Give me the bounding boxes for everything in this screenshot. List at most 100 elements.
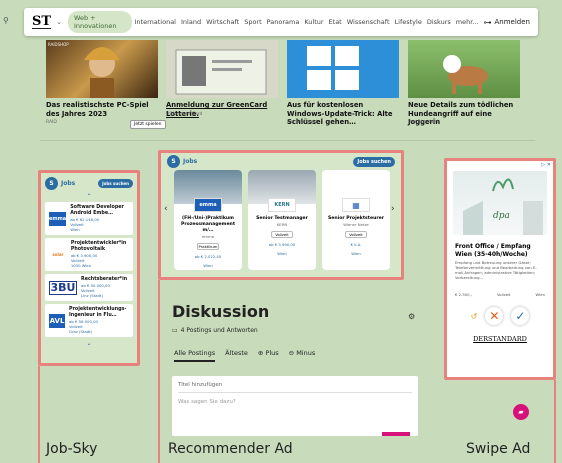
- nav-item-mehr[interactable]: mehr...: [456, 18, 479, 26]
- card-company: KERN: [276, 222, 288, 227]
- nav-item-wirtschaft[interactable]: Wirtschaft: [206, 18, 239, 26]
- tile-title[interactable]: Das realistischste PC-Spiel des Jahres 2…: [46, 101, 158, 118]
- nav-item-panorama[interactable]: Panorama: [267, 18, 300, 26]
- job-location: 1030 Wien: [70, 263, 92, 268]
- job-sky-caption-line: [38, 366, 40, 463]
- login-button[interactable]: ⊶ Anmelden: [484, 18, 530, 27]
- swipe-job-title[interactable]: Front Office / Empfang Wien (35-40h/Woch…: [447, 237, 553, 260]
- minus-icon: ⊖: [288, 349, 295, 357]
- jobs-search-button[interactable]: Jobs suchen: [98, 179, 133, 188]
- gear-icon[interactable]: ⚙: [408, 312, 415, 321]
- dog-illustration: [443, 55, 488, 94]
- card-location: Wien: [277, 251, 287, 256]
- warrior-illustration: [84, 47, 120, 98]
- office-illustration: [463, 178, 543, 235]
- nav-item-kultur[interactable]: Kultur: [304, 18, 323, 26]
- windows-logo-illustration: [307, 46, 359, 90]
- swipe-salary: € 2.300,-: [455, 292, 473, 297]
- jobs-search-button[interactable]: Jobs suchen: [353, 156, 395, 167]
- job-title: Projektentwicklungs-Ingenieur in Flu…: [69, 307, 127, 318]
- plus-icon: ⊕: [257, 349, 264, 357]
- card-salary: ab € 2.022,40: [194, 254, 222, 259]
- nav-item-sport[interactable]: Sport: [244, 18, 261, 26]
- card-salary: ab € 3.990,00: [268, 242, 296, 247]
- tile-source: Der Standard: [287, 120, 317, 125]
- tile-source: RAID: [46, 120, 57, 125]
- caption-job-sky: Job-Sky: [46, 441, 98, 457]
- posting-count: ▭ 4 Postings und Antworten: [172, 327, 258, 334]
- card-tag: Vollzeit: [271, 231, 293, 238]
- job-location: Wien: [70, 227, 80, 232]
- swipe-job-description: Empfang und Betreuung unserer Gäste; Tel…: [455, 260, 537, 280]
- swipe-ad: ▷ ✕ dpa Front Office / Empfang Wien (35-…: [447, 161, 553, 377]
- job-location: Linz (Stadt): [81, 293, 103, 298]
- submit-button[interactable]: [382, 432, 410, 436]
- card-salary: € k.A.: [350, 242, 362, 247]
- job-sky-header: S Jobs Jobs suchen: [41, 173, 137, 194]
- card-title: (FH-/Uni-)Praktikum Prozessmanagement m/…: [180, 216, 236, 233]
- tile-source: Der Standard: [408, 120, 438, 125]
- swipe-location: Wien: [535, 292, 545, 297]
- nav-item-lifestyle[interactable]: Lifestyle: [395, 18, 422, 26]
- chevron-up-icon[interactable]: ⌃: [41, 194, 137, 200]
- job-card[interactable]: AVL Projektentwicklungs-Ingenieur in Flu…: [45, 304, 133, 337]
- chevron-down-icon[interactable]: ⌄: [41, 340, 137, 347]
- play-button[interactable]: Jetzt spielen: [130, 120, 166, 129]
- search-icon[interactable]: ⚲: [3, 16, 9, 25]
- tile-image-dog[interactable]: [408, 40, 520, 98]
- caption-swipe: Swipe Ad: [466, 441, 531, 457]
- recommender-card[interactable]: KERN Senior Testmanager KERN Vollzeit ab…: [248, 170, 316, 270]
- tab-plus[interactable]: ⊕ Plus: [258, 349, 279, 362]
- company-logo: emma: [194, 198, 222, 212]
- tile-image-game[interactable]: RAIDSHOP: [46, 40, 158, 98]
- site-logo[interactable]: ST: [32, 15, 52, 29]
- card-location: Wien: [351, 251, 361, 256]
- job-location: Graz (Stadt): [69, 329, 93, 334]
- tab-all-postings[interactable]: Alle Postings: [174, 349, 216, 362]
- id-card-illustration: [175, 49, 267, 95]
- tab-oldest[interactable]: Älteste: [225, 349, 248, 362]
- divider: [40, 140, 535, 141]
- comment-form[interactable]: Titel hinzufügen Was sagen Sie dazu?: [172, 376, 418, 436]
- recommender-card[interactable]: emma (FH-/Uni-)Praktikum Prozessmanageme…: [174, 170, 242, 270]
- company-logo: ▦: [342, 198, 370, 212]
- st-logo-icon: S: [167, 155, 180, 168]
- chevron-down-icon[interactable]: ⌄: [56, 18, 62, 26]
- recommender-header: S Jobs Jobs suchen: [161, 153, 401, 170]
- tile-image-windows[interactable]: [287, 40, 399, 98]
- carousel-next-icon[interactable]: ›: [391, 204, 395, 214]
- card-tag: Praktikum: [197, 243, 219, 250]
- tab-minus[interactable]: ⊖ Minus: [289, 349, 316, 362]
- discussion-section: Diskussion ⚙ ▭ 4 Postings und Antworten A…: [162, 286, 428, 436]
- job-card[interactable]: emma Software Developer Android Embe… ab…: [45, 202, 133, 235]
- job-title: Projektentwickler*in Photovoltaik: [70, 241, 127, 252]
- tile-image-greencard[interactable]: [166, 40, 278, 98]
- derstandard-logo: DERSTANDARD: [473, 335, 527, 343]
- recommender-card[interactable]: ▦ Senior Projektsteurer Wiener Netze Vol…: [322, 170, 390, 270]
- nav-item-wissenschaft[interactable]: Wissenschaft: [347, 18, 390, 26]
- comment-input[interactable]: Was sagen Sie dazu?: [172, 395, 418, 409]
- nav-item-international[interactable]: International: [135, 18, 177, 26]
- undo-icon[interactable]: ↺: [471, 312, 478, 321]
- adchoices-icon[interactable]: ▷ ✕: [447, 161, 553, 169]
- job-card[interactable]: solar Projektentwickler*in Photovoltaik …: [45, 238, 133, 271]
- chat-icon[interactable]: ▰: [513, 404, 529, 420]
- job-title: Software Developer Android Embe…: [70, 205, 124, 216]
- dislike-icon[interactable]: ✕: [485, 307, 504, 325]
- swipe-caption-line: [554, 380, 556, 463]
- card-company: Wiener Netze: [343, 222, 369, 227]
- st-logo-icon: S: [45, 177, 58, 190]
- like-icon[interactable]: ✓: [511, 307, 530, 325]
- job-sky-title: Jobs: [61, 180, 76, 187]
- job-card[interactable]: 3BU Rechtsberater*in ab € 50.000,00 Voll…: [45, 274, 133, 301]
- nav-item-active[interactable]: Web + Innovationen: [67, 11, 132, 33]
- title-input[interactable]: Titel hinzufügen: [172, 376, 418, 390]
- swipe-type: Vollzeit: [497, 292, 511, 297]
- nav-item-etat[interactable]: Etat: [329, 18, 342, 26]
- key-icon: ⊶: [483, 17, 492, 27]
- swipe-job-meta: € 2.300,- Vollzeit Wien: [447, 290, 553, 299]
- carousel-prev-icon[interactable]: ‹: [164, 204, 168, 214]
- nav-item-diskurs[interactable]: Diskurs: [427, 18, 451, 26]
- tile-badge: RAIDSHOP: [48, 42, 69, 47]
- nav-item-inland[interactable]: Inland: [181, 18, 201, 26]
